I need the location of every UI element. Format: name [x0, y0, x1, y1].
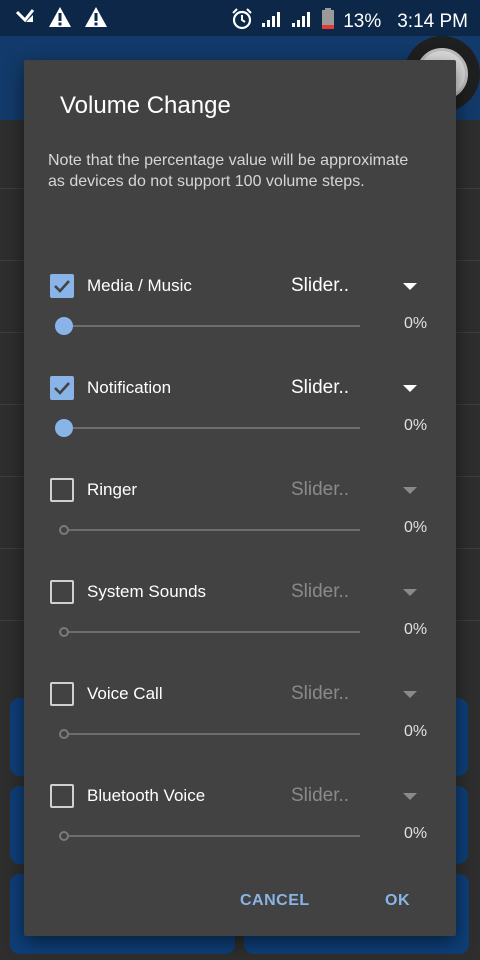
- volume-item-voice-call: Voice Call Slider.. 0%: [24, 674, 456, 774]
- status-bar: 13% 3:14 PM: [0, 0, 480, 36]
- ok-button[interactable]: OK: [385, 892, 410, 910]
- cancel-button[interactable]: CANCEL: [240, 892, 310, 910]
- signal-strength-icon: [261, 10, 283, 33]
- notification-mode-select[interactable]: Slider..: [291, 377, 349, 399]
- ringer-percent: 0%: [404, 519, 428, 536]
- bluetooth-voice-label: Bluetooth Voice: [87, 786, 206, 805]
- ringer-checkbox[interactable]: [50, 478, 74, 502]
- dropdown-arrow-icon[interactable]: [403, 283, 417, 290]
- media-slider-track[interactable]: [64, 325, 360, 327]
- system-sounds-label: System Sounds: [87, 582, 207, 601]
- volume-item-notification: Notification Slider.. 0%: [24, 368, 456, 468]
- notification-slider-thumb[interactable]: [55, 419, 73, 437]
- dropdown-arrow-icon: [403, 487, 417, 494]
- signal-strength-icon: [291, 10, 313, 33]
- ringer-slider-track: [64, 529, 360, 531]
- dialog-title: Volume Change: [60, 92, 231, 119]
- warning-icon: [48, 6, 72, 33]
- notification-slider-track[interactable]: [64, 427, 360, 429]
- system-sounds-slider-track: [64, 631, 360, 633]
- bluetooth-voice-slider-thumb: [59, 831, 69, 841]
- dropdown-arrow-icon: [403, 691, 417, 698]
- system-sounds-checkbox[interactable]: [50, 580, 74, 604]
- voice-call-percent: 0%: [404, 723, 428, 740]
- dialog-note: Note that the percentage value will be a…: [48, 152, 409, 190]
- check-icon: [54, 382, 70, 395]
- check-icon: [54, 280, 70, 293]
- notification-label: Notification: [87, 378, 172, 397]
- ringer-mode-select: Slider..: [291, 479, 350, 500]
- warning-icon: [84, 6, 108, 33]
- alarm-icon: [231, 8, 253, 35]
- system-sounds-percent: 0%: [404, 621, 428, 638]
- notification-percent: 0%: [404, 417, 428, 434]
- system-sounds-mode-select: Slider..: [291, 581, 350, 602]
- dropdown-arrow-icon[interactable]: [403, 385, 417, 392]
- bluetooth-voice-mode-select: Slider..: [291, 785, 350, 806]
- voice-call-slider-thumb: [59, 729, 69, 739]
- clock: 3:14 PM: [397, 10, 468, 32]
- media-slider-thumb[interactable]: [55, 317, 73, 335]
- voice-call-label: Voice Call: [87, 684, 163, 703]
- volume-item-system-sounds: System Sounds Slider.. 0%: [24, 572, 456, 672]
- system-sounds-slider-thumb: [59, 627, 69, 637]
- volume-item-media: Media / Music Slider.. 0%: [24, 266, 456, 366]
- media-label: Media / Music: [87, 276, 192, 295]
- voice-call-checkbox[interactable]: [50, 682, 74, 706]
- bluetooth-voice-checkbox[interactable]: [50, 784, 74, 808]
- battery-percent: 13%: [343, 10, 382, 32]
- voice-call-slider-track: [64, 733, 360, 735]
- dropdown-arrow-icon: [403, 793, 417, 800]
- bluetooth-voice-percent: 0%: [404, 825, 428, 842]
- signal-arrow-icon: [14, 6, 36, 33]
- ringer-slider-thumb: [59, 525, 69, 535]
- volume-change-dialog: Volume Change Note that the percentage v…: [24, 60, 456, 936]
- bluetooth-voice-slider-track: [64, 835, 360, 837]
- media-checkbox[interactable]: [50, 274, 74, 298]
- notification-checkbox[interactable]: [50, 376, 74, 400]
- media-percent: 0%: [404, 315, 428, 332]
- ringer-label: Ringer: [87, 480, 138, 499]
- volume-item-ringer: Ringer Slider.. 0%: [24, 470, 456, 570]
- dropdown-arrow-icon: [403, 589, 417, 596]
- voice-call-mode-select: Slider..: [291, 683, 350, 704]
- media-mode-select[interactable]: Slider..: [291, 275, 349, 297]
- volume-item-bluetooth-voice: Bluetooth Voice Slider.. 0%: [24, 776, 456, 876]
- battery-icon: [321, 8, 335, 35]
